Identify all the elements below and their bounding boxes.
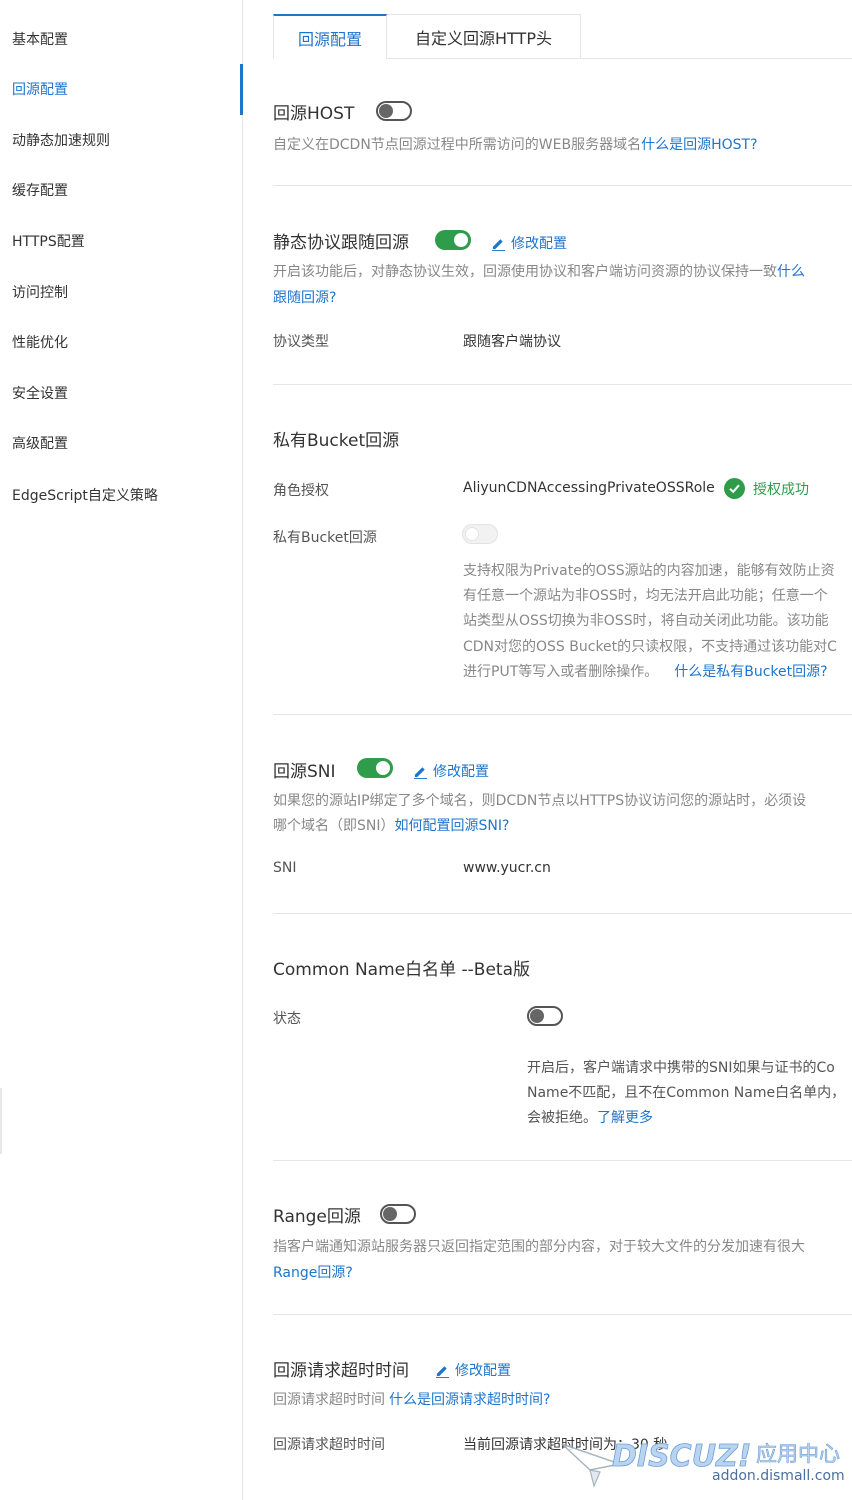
static-protocol-desc: 开启该功能后，对静态协议生效，回源使用协议和客户端访问资源的协议保持一致什么 (273, 261, 805, 281)
origin-host-help-link[interactable]: 什么是回源HOST? (641, 137, 757, 153)
common-name-desc-line: Name不匹配，且不在Common Name白名单内， (527, 1085, 846, 1101)
edit-label: 修改配置 (455, 1363, 511, 1379)
common-name-toggle[interactable] (527, 1006, 563, 1026)
origin-host-title: 回源HOST (273, 104, 355, 124)
private-bucket-desc-line: 进行PUT等写入或者删除操作。 什么是私有Bucket回源? (463, 661, 828, 681)
origin-sni-edit-button[interactable]: 修改配置 (413, 761, 489, 781)
timeout-help-link[interactable]: 什么是回源请求超时时间? (389, 1392, 550, 1408)
origin-sni-toggle[interactable] (357, 758, 393, 778)
private-bucket-toggle-label: 私有Bucket回源 (273, 530, 377, 546)
toggle-knob (376, 761, 390, 775)
timeout-title: 回源请求超时时间 (273, 1361, 409, 1381)
section-divider (273, 1314, 852, 1315)
private-bucket-desc-line: 有任意一个源站为非OSS时，均无法开启此功能；任意一个 (463, 588, 828, 604)
common-name-learn-more-link[interactable]: 了解更多 (597, 1110, 653, 1126)
sni-label: SNI (273, 860, 297, 876)
sidebar-item-security[interactable]: 安全设置 (12, 383, 68, 403)
sidebar-item-basic[interactable]: 基本配置 (12, 29, 68, 49)
toggle-knob (379, 104, 393, 118)
protocol-type-value: 跟随客户端协议 (463, 334, 561, 350)
private-bucket-desc-line: 站类型从OSS切换为非OSS时，将自动关闭此功能。该功能 (463, 613, 829, 629)
static-protocol-toggle[interactable] (435, 230, 471, 250)
role-auth-value: AliyunCDNAccessingPrivateOSSRole (463, 480, 715, 496)
origin-host-toggle[interactable] (376, 101, 412, 121)
protocol-type-label: 协议类型 (273, 334, 329, 350)
toggle-knob (530, 1009, 544, 1023)
edit-label: 修改配置 (433, 764, 489, 780)
origin-host-desc-text: 自定义在DCDN节点回源过程中所需访问的WEB服务器域名 (273, 137, 642, 153)
origin-sni-desc-cont: 哪个域名（即SNI）如何配置回源SNI? (273, 815, 509, 835)
range-desc: 指客户端通知源站服务器只返回指定范围的部分内容，对于较大文件的分发加速有很大 (273, 1239, 805, 1255)
tab-custom-origin-http-header[interactable]: 自定义回源HTTP头 (387, 14, 581, 59)
static-protocol-title: 静态协议跟随回源 (273, 233, 409, 253)
static-protocol-help-link-cont[interactable]: 跟随回源? (273, 287, 336, 307)
edit-pencil-icon (491, 238, 506, 251)
role-auth-label: 角色授权 (273, 483, 329, 499)
timeout-value: 当前回源请求超时时间为：30 秒 (463, 1437, 668, 1453)
common-name-desc-line: 会被拒绝。了解更多 (527, 1107, 653, 1127)
sidebar-active-indicator (240, 64, 243, 115)
private-bucket-desc-line: 支持权限为Private的OSS源站的内容加速，能够有效防止资 (463, 563, 835, 579)
sidebar-item-performance[interactable]: 性能优化 (12, 332, 68, 352)
toggle-knob (454, 233, 468, 247)
timeout-edit-button[interactable]: 修改配置 (435, 1360, 511, 1380)
origin-host-desc: 自定义在DCDN节点回源过程中所需访问的WEB服务器域名什么是回源HOST? (273, 134, 758, 154)
sidebar-item-acceleration-rules[interactable]: 动静态加速规则 (12, 130, 110, 150)
private-bucket-help-link[interactable]: 什么是私有Bucket回源? (674, 664, 827, 680)
auth-status: 授权成功 (724, 478, 809, 499)
timeout-label: 回源请求超时时间 (273, 1437, 385, 1453)
common-name-status-label: 状态 (273, 1011, 301, 1027)
section-divider (273, 714, 852, 715)
range-title: Range回源 (273, 1207, 361, 1227)
common-name-desc-text: 会被拒绝。 (527, 1110, 597, 1126)
section-divider (273, 185, 852, 186)
private-bucket-title: 私有Bucket回源 (273, 431, 400, 451)
sidebar-item-cache[interactable]: 缓存配置 (12, 180, 68, 200)
sidebar-item-origin[interactable]: 回源配置 (12, 79, 68, 99)
toggle-knob (383, 1207, 397, 1221)
sidebar-item-edgescript[interactable]: EdgeScript自定义策略 (12, 485, 158, 505)
static-protocol-desc-text: 开启该功能后，对静态协议生效，回源使用协议和客户端访问资源的协议保持一致 (273, 264, 777, 280)
section-divider (273, 913, 852, 914)
static-protocol-help-link[interactable]: 什么 (777, 264, 805, 280)
common-name-desc-line: 开启后，客户端请求中携带的SNI如果与证书的Co (527, 1060, 835, 1076)
auth-status-text: 授权成功 (753, 481, 809, 498)
section-divider (273, 1160, 852, 1161)
edit-pencil-icon (413, 766, 428, 779)
sidebar-item-access-control[interactable]: 访问控制 (12, 282, 68, 302)
watermark-url: addon.dismall.com (712, 1468, 845, 1484)
range-help-link[interactable]: Range回源? (273, 1262, 353, 1282)
private-bucket-toggle[interactable] (462, 524, 498, 544)
sidebar-nav: 基本配置 回源配置 动静态加速规则 缓存配置 HTTPS配置 访问控制 性能优化… (0, 0, 243, 1500)
static-protocol-edit-button[interactable]: 修改配置 (491, 233, 567, 253)
origin-sni-desc: 如果您的源站IP绑定了多个域名，则DCDN节点以HTTPS协议访问您的源站时，必… (273, 793, 807, 809)
sidebar-item-https[interactable]: HTTPS配置 (12, 231, 85, 251)
origin-sni-desc-text: 哪个域名（即SNI） (273, 818, 395, 834)
timeout-desc-text: 回源请求超时时间 (273, 1392, 385, 1408)
sni-value[interactable]: www.yucr.cn (463, 860, 551, 876)
common-name-title: Common Name白名单 --Beta版 (273, 960, 531, 980)
private-bucket-desc-text: 进行PUT等写入或者删除操作。 (463, 664, 659, 680)
scroll-edge (0, 1088, 2, 1154)
timeout-desc: 回源请求超时时间 什么是回源请求超时时间? (273, 1389, 550, 1409)
section-divider (273, 384, 852, 385)
check-circle-icon (724, 478, 745, 499)
sidebar-item-advanced[interactable]: 高级配置 (12, 433, 68, 453)
origin-sni-title: 回源SNI (273, 762, 336, 782)
range-toggle[interactable] (380, 1204, 416, 1224)
origin-sni-help-link[interactable]: 如何配置回源SNI? (395, 818, 510, 834)
tab-origin-config[interactable]: 回源配置 (273, 14, 387, 59)
edit-label: 修改配置 (511, 236, 567, 252)
toggle-knob (465, 527, 479, 541)
watermark-tagline: 应用中心 (756, 1442, 840, 1466)
private-bucket-desc-line: CDN对您的OSS Bucket的只读权限，不支持通过该功能对C (463, 639, 837, 655)
edit-pencil-icon (435, 1365, 450, 1378)
